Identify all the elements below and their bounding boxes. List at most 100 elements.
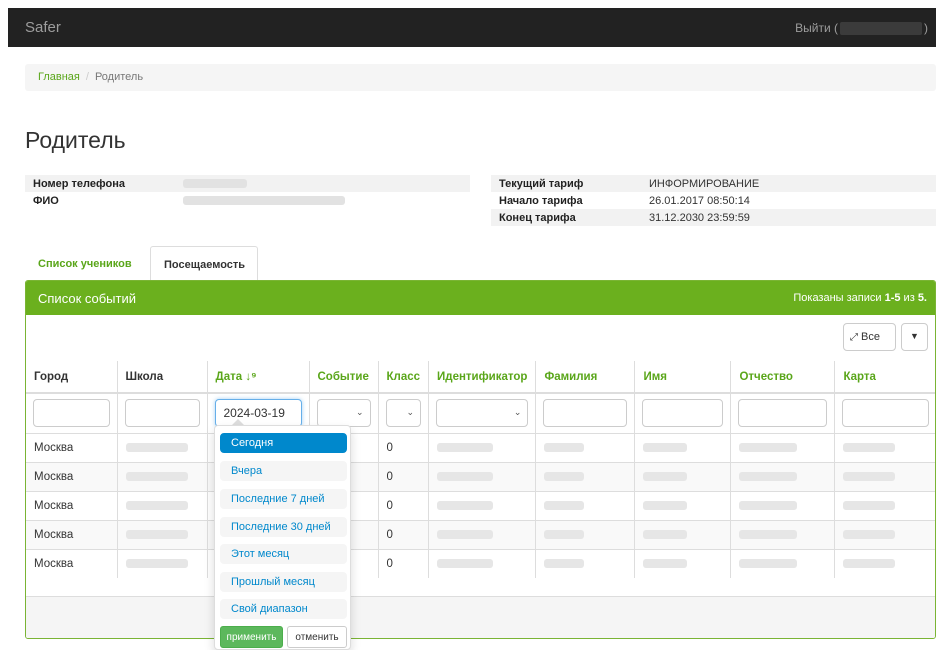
page-title: Родитель — [25, 127, 126, 153]
event-filter-select[interactable]: ⌄ — [316, 399, 371, 428]
tab-students[interactable]: Список учеников — [25, 246, 147, 281]
summary-total: 5. — [917, 292, 927, 304]
redacted-identifier — [437, 471, 494, 481]
table-row[interactable]: Москва 0 — [26, 461, 935, 491]
events-panel: Список событий Показаны записи 1-5 из 5.… — [25, 280, 936, 639]
table-header: Город Школа Дата ↓⁹ Событие Класс Иденти… — [26, 361, 935, 394]
logout-suffix: ) — [924, 21, 928, 35]
breadcrumb-separator: / — [85, 71, 89, 83]
cell-patronymic — [730, 432, 836, 462]
range-last-7-days[interactable]: Последние 7 дней — [220, 489, 347, 509]
cell-patronymic — [730, 490, 836, 520]
redacted-card — [843, 500, 896, 510]
cell-identifier — [428, 432, 537, 462]
cell-surname — [535, 519, 636, 549]
info-key: ФИО — [33, 194, 59, 207]
info-key: Начало тарифа — [499, 194, 583, 207]
filter-cell — [634, 393, 732, 433]
redacted-phone — [183, 179, 247, 189]
range-custom[interactable]: Свой диапазон — [220, 599, 347, 619]
patronymic-filter-input[interactable] — [738, 399, 828, 428]
redacted-identifier — [437, 559, 494, 569]
surname-filter-input[interactable] — [543, 399, 628, 428]
cell-patronymic — [730, 461, 836, 491]
caret-down-icon: ▼ — [910, 331, 919, 341]
redacted-identifier — [437, 529, 494, 539]
column-header-surname[interactable]: Фамилия — [535, 361, 636, 394]
breadcrumb-current: Родитель — [94, 71, 144, 83]
cell-surname — [535, 432, 636, 462]
cell-card — [834, 548, 935, 578]
cell-city: Москва — [26, 490, 118, 520]
filter-cell: ⌄ — [378, 393, 430, 433]
range-today[interactable]: Сегодня — [220, 433, 347, 453]
column-header-card[interactable]: Карта — [834, 361, 935, 394]
panel-footer — [26, 596, 935, 638]
redacted-surname — [544, 442, 585, 452]
cell-school — [117, 519, 208, 549]
school-filter-input[interactable] — [124, 399, 200, 428]
filter-cell — [730, 393, 836, 433]
columns-dropdown-button[interactable]: ▼ — [901, 323, 928, 351]
logout-prefix: Выйти ( — [795, 21, 838, 35]
table-row[interactable]: Москва 0 — [26, 432, 935, 462]
cell-card — [834, 461, 935, 491]
column-header-class[interactable]: Класс — [378, 361, 430, 394]
card-filter-input[interactable] — [842, 399, 929, 428]
brand-logo[interactable]: Safer — [25, 19, 61, 36]
filter-cell — [117, 393, 208, 433]
cell-patronymic — [730, 519, 836, 549]
info-key: Номер телефона — [25, 175, 175, 192]
table-row[interactable]: Москва 0 — [26, 519, 935, 549]
cell-class: 0 — [378, 519, 430, 549]
range-last-30-days[interactable]: Последние 30 дней — [220, 517, 347, 537]
panel-header: Список событий Показаны записи 1-5 из 5. — [26, 281, 935, 315]
show-all-label: Все — [861, 331, 880, 343]
events-table: Город Школа Дата ↓⁹ Событие Класс Иденти… — [26, 361, 935, 578]
redacted-name — [643, 471, 688, 481]
column-header-event[interactable]: Событие — [309, 361, 379, 394]
cell-name — [634, 490, 732, 520]
redacted-card — [843, 442, 896, 452]
city-filter-input[interactable] — [33, 399, 110, 428]
redacted-school — [125, 471, 188, 481]
cell-school — [117, 548, 208, 578]
redacted-surname — [544, 559, 585, 569]
range-last-month[interactable]: Прошлый месяц — [220, 572, 347, 592]
identifier-filter-select[interactable]: ⌄ — [436, 399, 529, 428]
cell-card — [834, 432, 935, 462]
breadcrumb-home[interactable]: Главная — [38, 71, 80, 83]
redacted-school — [125, 559, 188, 569]
cancel-button[interactable]: отменить — [287, 626, 347, 648]
cell-name — [634, 519, 732, 549]
range-yesterday[interactable]: Вчера — [220, 461, 347, 481]
redacted-patronymic — [739, 500, 798, 510]
filter-cell — [835, 393, 935, 433]
redacted-school — [125, 529, 188, 539]
filter-cell: ⌄ — [428, 393, 537, 433]
table-row[interactable]: Москва 0 — [26, 490, 935, 520]
column-header-name[interactable]: Имя — [634, 361, 732, 394]
cell-city: Москва — [26, 461, 118, 491]
redacted-identifier — [437, 442, 494, 452]
cell-class: 0 — [378, 548, 430, 578]
class-filter-select[interactable]: ⌄ — [385, 399, 422, 428]
info-row: Конец тарифа 31.12.2030 23:59:59 — [491, 209, 936, 226]
info-key: Текущий тариф — [491, 175, 641, 192]
cell-name — [634, 548, 732, 578]
table-row[interactable]: Москва 0 — [26, 548, 935, 578]
logout-link[interactable]: Выйти () — [795, 21, 928, 36]
cell-name — [634, 461, 732, 491]
date-filter-input[interactable] — [214, 399, 302, 428]
info-value: ИНФОРМИРОВАНИЕ — [641, 175, 936, 192]
range-this-month[interactable]: Этот месяц — [220, 544, 347, 564]
redacted-name — [183, 196, 345, 206]
column-header-patronymic[interactable]: Отчество — [730, 361, 836, 394]
navbar: Safer Выйти () — [8, 8, 936, 47]
name-filter-input[interactable] — [642, 399, 724, 428]
column-header-identifier[interactable]: Идентификатор — [428, 361, 537, 394]
apply-button[interactable]: применить — [220, 626, 283, 648]
show-all-button[interactable]: ⤢ Все — [843, 323, 896, 351]
tab-attendance[interactable]: Посещаемость — [150, 246, 258, 281]
column-header-date[interactable]: Дата ↓⁹ — [207, 361, 310, 394]
